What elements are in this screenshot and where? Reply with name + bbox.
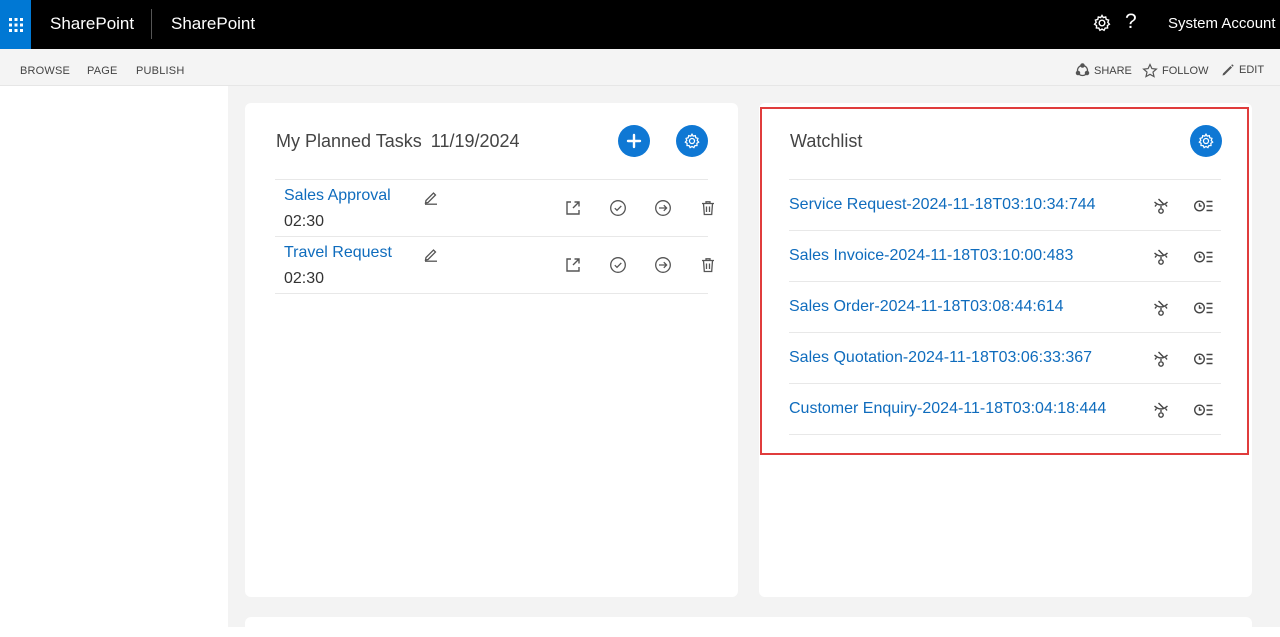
delete-icon[interactable] (699, 256, 717, 274)
watchlist-title: Watchlist (790, 131, 863, 151)
unwatch-icon[interactable] (1152, 350, 1170, 368)
watchlist-row: Customer Enquiry-2024-11-18T03:04:18:444 (789, 383, 1221, 435)
history-icon[interactable] (1193, 350, 1213, 368)
star-icon (1142, 63, 1158, 79)
share-icon (1075, 63, 1090, 78)
watchlist-link[interactable]: Sales Invoice-2024-11-18T03:10:00:483 (789, 247, 1073, 265)
unwatch-icon[interactable] (1152, 197, 1170, 215)
watchlist-row: Sales Invoice-2024-11-18T03:10:00:483 (789, 230, 1221, 282)
watchlist-row: Service Request-2024-11-18T03:10:34:744 (789, 179, 1221, 231)
gear-icon (1197, 132, 1215, 150)
complete-icon[interactable] (609, 199, 627, 217)
history-icon[interactable] (1193, 299, 1213, 317)
edit-label: EDIT (1239, 64, 1265, 76)
forward-icon[interactable] (654, 199, 672, 217)
unwatch-icon[interactable] (1152, 401, 1170, 419)
watchlist-settings-button[interactable] (1190, 125, 1222, 157)
history-icon[interactable] (1193, 401, 1213, 419)
open-external-icon[interactable] (564, 199, 582, 217)
task-link[interactable]: Travel Request (284, 244, 392, 262)
pencil-icon (1221, 63, 1235, 77)
gear-icon (683, 132, 701, 150)
gear-icon[interactable] (1092, 13, 1112, 33)
unwatch-icon[interactable] (1152, 248, 1170, 266)
complete-icon[interactable] (609, 256, 627, 274)
follow-label: FOLLOW (1162, 65, 1209, 77)
brand-link[interactable]: SharePoint (50, 14, 134, 34)
unwatch-icon[interactable] (1152, 299, 1170, 317)
task-list-divider (275, 293, 708, 294)
add-task-button[interactable] (618, 125, 650, 157)
watchlist-row: Sales Order-2024-11-18T03:08:44:614 (789, 281, 1221, 333)
history-icon[interactable] (1193, 248, 1213, 266)
planned-tasks-title: My Planned Tasks 11/19/2024 (276, 131, 520, 152)
task-time: 02:30 (284, 213, 325, 230)
task-link[interactable]: Sales Approval (284, 187, 391, 205)
tab-browse[interactable]: BROWSE (20, 65, 70, 77)
waffle-icon (8, 17, 24, 33)
delete-icon[interactable] (699, 199, 717, 217)
plus-icon (626, 133, 642, 149)
edit-icon[interactable] (423, 189, 441, 207)
task-time: 02:30 (284, 270, 325, 287)
help-icon[interactable]: ? (1125, 10, 1137, 34)
watchlist-link[interactable]: Service Request-2024-11-18T03:10:34:744 (789, 196, 1096, 214)
tab-page[interactable]: PAGE (87, 65, 118, 77)
planned-tasks-date: 11/19/2024 (430, 131, 520, 151)
bottom-card (245, 617, 1252, 637)
watchlist-link[interactable]: Sales Order-2024-11-18T03:08:44:614 (789, 298, 1064, 316)
watchlist-link[interactable]: Customer Enquiry-2024-11-18T03:04:18:444 (789, 400, 1106, 418)
suite-bar: SharePoint SharePoint ? System Account (0, 0, 1280, 49)
watchlist-divider (789, 434, 1221, 435)
planned-tasks-card (245, 103, 738, 597)
user-account-menu[interactable]: System Account (1168, 15, 1276, 32)
brand-divider (151, 9, 152, 39)
history-icon[interactable] (1193, 197, 1213, 215)
follow-button[interactable]: FOLLOW (1142, 63, 1208, 79)
site-title-link[interactable]: SharePoint (171, 14, 255, 34)
ribbon: BROWSE PAGE PUBLISH SHARE FOLLOW EDIT (0, 49, 1280, 86)
watchlist-link[interactable]: Sales Quotation-2024-11-18T03:06:33:367 (789, 349, 1092, 367)
open-external-icon[interactable] (564, 256, 582, 274)
tab-publish[interactable]: PUBLISH (136, 65, 184, 77)
task-row: Travel Request 02:30 (275, 236, 714, 294)
edit-page-button[interactable]: EDIT (1221, 63, 1264, 77)
forward-icon[interactable] (654, 256, 672, 274)
watchlist-row: Sales Quotation-2024-11-18T03:06:33:367 (789, 332, 1221, 384)
planned-tasks-heading: My Planned Tasks (276, 131, 422, 151)
task-row: Sales Approval 02:30 (275, 179, 714, 237)
edit-icon[interactable] (423, 246, 441, 264)
share-label: SHARE (1094, 64, 1132, 77)
tasks-settings-button[interactable] (676, 125, 708, 157)
share-button[interactable]: SHARE (1075, 63, 1132, 78)
app-launcher-button[interactable] (0, 0, 31, 49)
